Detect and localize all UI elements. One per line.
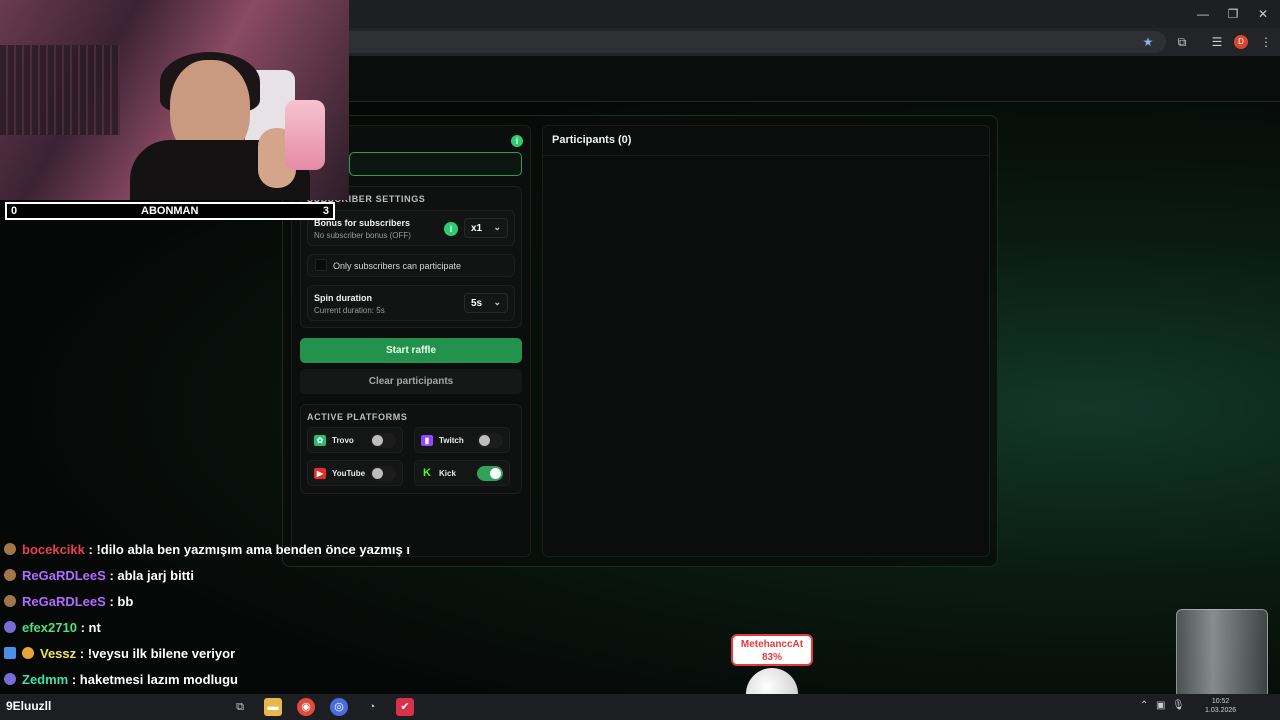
chat-username: bocekcikk bbox=[22, 542, 85, 557]
chat-message: bocekcikk : !dilo abla ben yazmışım ama … bbox=[4, 542, 410, 557]
chat-username: ReGaRDLeeS bbox=[22, 594, 106, 609]
chat-message: Vessz : !veysu ilk bilene veriyor bbox=[4, 646, 235, 661]
info-icon[interactable]: i bbox=[511, 135, 523, 147]
participants-panel bbox=[542, 125, 990, 557]
trovo-icon: ✿ bbox=[314, 435, 326, 446]
chat-message: ReGaRDLeeS : bb bbox=[4, 594, 133, 609]
webcam-overlay bbox=[0, 0, 349, 200]
youtube-icon: ▶ bbox=[314, 468, 326, 479]
only-subs-checkbox[interactable] bbox=[315, 259, 327, 271]
clock-time: 10:52 bbox=[1211, 698, 1230, 705]
spin-subtitle: Current duration: 5s bbox=[314, 306, 385, 315]
chat-text: : !veysu ilk bilene veriyor bbox=[79, 646, 236, 661]
goal-current: 0 bbox=[11, 205, 18, 217]
bonus-dropdown[interactable]: x1 ⌄ bbox=[464, 218, 508, 238]
streamlabs-icon[interactable]: ✔ bbox=[396, 698, 414, 716]
task-view-icon[interactable]: ⧉ bbox=[231, 698, 249, 716]
chevron-down-icon: ⌄ bbox=[493, 297, 501, 307]
chat-username: efex2710 bbox=[22, 620, 77, 635]
spin-dropdown[interactable]: 5s ⌄ bbox=[464, 293, 508, 313]
star-icon[interactable]: ★ bbox=[1138, 32, 1158, 52]
chrome-icon[interactable]: ◉ bbox=[297, 698, 315, 716]
media-icon[interactable]: ☰ bbox=[1207, 32, 1227, 52]
platform-label: Kick bbox=[439, 469, 456, 478]
chat-message: ReGaRDLeeS : abla jarj bitti bbox=[4, 568, 194, 583]
keyword-input[interactable] bbox=[349, 152, 522, 176]
taskbar bbox=[0, 694, 1280, 720]
chat-username: Zedmm bbox=[22, 672, 69, 687]
platform-label: Trovo bbox=[332, 436, 354, 445]
only-subs-label: Only subscribers can participate bbox=[333, 261, 462, 271]
mic-icon[interactable]: 🎙 bbox=[1172, 700, 1185, 711]
chat-text: : haketmesi lazım modlugu bbox=[71, 672, 239, 687]
obs-icon[interactable]: ◔ bbox=[363, 698, 381, 716]
trovo-toggle[interactable] bbox=[370, 433, 396, 448]
platform-twitch: ▮ Twitch bbox=[414, 427, 510, 453]
twitch-icon: ▮ bbox=[421, 435, 433, 446]
start-raffle-button[interactable]: Start raffle bbox=[300, 338, 522, 363]
platform-label: YouTube bbox=[332, 469, 366, 478]
badge-icon bbox=[4, 673, 16, 685]
chat-text: : nt bbox=[80, 620, 101, 635]
profile-avatar[interactable]: D bbox=[1234, 35, 1248, 49]
badge-icon bbox=[22, 647, 34, 659]
chat-username: Vessz bbox=[40, 646, 77, 661]
system-clock[interactable]: 10:52 1.03.2026 bbox=[1205, 697, 1236, 715]
badge-icon bbox=[4, 621, 16, 633]
goal-target: 3 bbox=[322, 205, 329, 217]
clear-participants-button[interactable]: Clear participants bbox=[300, 369, 522, 394]
bonus-info-icon[interactable]: i bbox=[444, 222, 458, 236]
folder-icon[interactable]: ▬ bbox=[264, 698, 282, 716]
winner-percent: 83% bbox=[761, 652, 782, 663]
network-icon[interactable]: ▣ bbox=[1156, 700, 1165, 711]
chat-message: Zedmm : haketmesi lazım modlugu bbox=[4, 672, 238, 687]
goal-label: ABONMAN bbox=[141, 205, 199, 217]
badge-icon bbox=[4, 647, 16, 659]
badge-icon bbox=[4, 569, 16, 581]
minimize-button[interactable]: — bbox=[1192, 4, 1214, 24]
subscriber-goal-bar: 0 ABONMAN 3 bbox=[5, 202, 335, 220]
kebab-icon[interactable]: ⋮ bbox=[1256, 32, 1276, 52]
platform-kick: K Kick bbox=[414, 460, 510, 486]
chat-text: : !dilo abla ben yazmışım ama benden önc… bbox=[88, 542, 410, 557]
kick-toggle[interactable] bbox=[477, 466, 503, 481]
spin-value: 5s bbox=[471, 298, 483, 309]
winner-name: MetehanccAt bbox=[740, 639, 804, 650]
bonus-value: x1 bbox=[471, 223, 483, 234]
badge-icon bbox=[4, 543, 16, 555]
youtube-toggle[interactable] bbox=[370, 466, 396, 481]
chevron-up-icon[interactable]: ⌃ bbox=[1140, 700, 1148, 711]
badge-icon bbox=[4, 595, 16, 607]
puzzle-icon[interactable]: ⧉ bbox=[1172, 32, 1192, 52]
chat-username: ReGaRDLeeS bbox=[22, 568, 106, 583]
app-icon[interactable]: ◎ bbox=[330, 698, 348, 716]
kick-icon: K bbox=[423, 467, 431, 479]
platforms-title: ACTIVE PLATFORMS bbox=[307, 412, 408, 422]
clock-date: 1.03.2026 bbox=[1205, 707, 1237, 714]
twitch-toggle[interactable] bbox=[477, 433, 503, 448]
participants-title: Participants (0) bbox=[552, 134, 632, 146]
bonus-subtitle: No subscriber bonus (OFF) bbox=[314, 231, 411, 240]
platform-trovo: ✿ Trovo bbox=[307, 427, 403, 453]
platform-youtube: ▶ YouTube bbox=[307, 460, 403, 486]
platform-label: Twitch bbox=[439, 436, 464, 445]
chat-text: : abla jarj bitti bbox=[109, 568, 194, 583]
close-button[interactable]: ✕ bbox=[1252, 4, 1274, 24]
winner-tag: MetehanccAt 83% bbox=[731, 634, 813, 666]
chat-text: : bb bbox=[109, 594, 134, 609]
chat-message: efex2710 : nt bbox=[4, 620, 101, 635]
chevron-down-icon: ⌄ bbox=[493, 222, 501, 232]
participants-divider bbox=[543, 155, 989, 156]
restore-button[interactable]: ❐ bbox=[1222, 4, 1244, 24]
taskbar-username: 9Eluuzll bbox=[6, 699, 52, 713]
spin-title: Spin duration bbox=[314, 293, 372, 303]
address-bar[interactable] bbox=[330, 31, 1166, 53]
